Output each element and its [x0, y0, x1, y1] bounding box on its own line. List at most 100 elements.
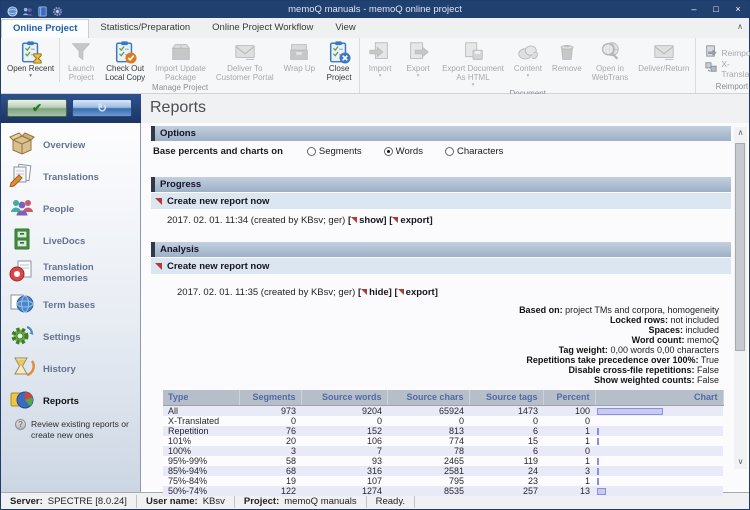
cell-source_chars: 795 [387, 476, 469, 486]
ribbon-button-close-project[interactable]: CloseProject [320, 38, 358, 82]
red-arrow-icon [155, 198, 162, 205]
dropdown-arrow-icon: ▾ [29, 74, 32, 79]
ribbon-button-content-label: Content [514, 64, 542, 73]
ribbon-button-import-update-package-label: Import Update [155, 64, 206, 73]
minimize-button[interactable]: – [683, 1, 705, 18]
base-percents-label: Base percents and charts on [153, 146, 283, 157]
cell-type: Repetition [163, 426, 239, 436]
analysis-entry-actions: [hide] [export] [358, 287, 438, 298]
people-icon[interactable] [22, 4, 33, 15]
table-row: 75%-84%19107795231 [163, 476, 723, 486]
column-header-source-words: Source words [301, 390, 387, 405]
ribbon-button-export-document-as-html-label: As HTML [456, 73, 489, 82]
sidebar-item-label: People [43, 204, 74, 215]
ribbon-button-wrap-up-label: Wrap Up [284, 64, 315, 73]
scroll-up-icon[interactable]: ∧ [734, 127, 747, 140]
ribbon-button-import-update-package[interactable]: Import UpdatePackage [150, 38, 211, 82]
ribbon-button-remove[interactable]: Remove [547, 38, 587, 88]
analysis-detail-line: Disable cross-file repetitions: False [151, 365, 719, 375]
close-button[interactable]: × [727, 1, 749, 18]
radio-characters[interactable]: Characters [445, 146, 503, 157]
ribbon-button-deliver-return[interactable]: Deliver/Return [633, 38, 694, 88]
dropdown-arrow-icon: ▾ [417, 74, 420, 79]
gear-icon[interactable] [52, 4, 63, 15]
cell-source_chars: 2581 [387, 466, 469, 476]
progress-create-report-link[interactable]: Create new report now [151, 193, 731, 209]
tab-statistics-preparation[interactable]: Statistics/Preparation [89, 19, 201, 38]
show-link[interactable]: [show] [348, 215, 387, 226]
progress-entry-actions: [show] [export] [348, 215, 433, 226]
clipboard-check-icon [113, 40, 137, 64]
app-icon[interactable] [7, 4, 18, 15]
cell-type: 95%-99% [163, 456, 239, 466]
sidebar-item-label: Translation memories [43, 262, 140, 284]
red-arrow-icon [361, 289, 367, 295]
cell-segments: 3 [239, 446, 301, 456]
doc-html-icon [461, 40, 485, 64]
maximize-button[interactable]: □ [705, 1, 727, 18]
cell-source_words: 93 [301, 456, 387, 466]
red-arrow-icon [155, 263, 162, 270]
book-icon[interactable] [37, 4, 48, 15]
cell-chart [595, 476, 723, 486]
cell-segments: 68 [239, 466, 301, 476]
sidebar-item-history[interactable]: History [1, 353, 140, 385]
ribbon-button-check-out-local-copy-label: Check Out [106, 64, 144, 73]
analysis-detail-line: Word count: memoQ [151, 335, 719, 345]
export-link[interactable]: [export] [394, 287, 437, 298]
collapse-ribbon-icon[interactable]: ∧ [737, 22, 743, 31]
documents-icon [8, 163, 36, 192]
tab-online-project-workflow[interactable]: Online Project Workflow [201, 19, 324, 38]
sidebar-item-translations[interactable]: Translations [1, 161, 140, 193]
sidebar-item-people[interactable]: People [1, 193, 140, 225]
page-title: Reports [141, 94, 749, 117]
cell-segments: 76 [239, 426, 301, 436]
sidebar-item-livedocs[interactable]: LiveDocs [1, 225, 140, 257]
ribbon-button-check-out-local-copy[interactable]: Check OutLocal Copy [100, 38, 150, 82]
ribbon-button-x-translate[interactable]: X-Translate [705, 62, 750, 76]
cell-type: X-Translated [163, 416, 239, 426]
cell-type: 85%-94% [163, 466, 239, 476]
hide-link[interactable]: [hide] [358, 287, 392, 298]
progress-report-entry: 2017. 02. 01. 11:34 (created by KBsv; ge… [151, 209, 731, 229]
tab-view[interactable]: View [324, 19, 366, 38]
vertical-scrollbar[interactable]: ∧ ∨ [734, 127, 747, 469]
radio-segments[interactable]: Segments [307, 146, 362, 157]
trash-icon [555, 40, 579, 64]
ribbon-button-open-in-webtrans[interactable]: Open inWebTrans [587, 38, 633, 88]
ribbon-button-wrap-up[interactable]: Wrap Up [279, 38, 320, 82]
cell-chart [595, 416, 723, 426]
sidebar-item-translation-memories[interactable]: Translation memories [1, 257, 140, 289]
sidebar-item-label: Overview [43, 140, 85, 151]
ribbon-button-export-document-as-html[interactable]: Export DocumentAs HTML▾ [437, 38, 509, 88]
percent-bar [597, 438, 599, 445]
sidebar-item-reports[interactable]: Reports [1, 385, 140, 417]
cell-percent: 0 [543, 446, 595, 456]
scroll-down-icon[interactable]: ∨ [734, 456, 747, 469]
ribbon-button-export[interactable]: Export▾ [399, 38, 437, 88]
ribbon-button-deliver-to-customer-portal[interactable]: Deliver ToCustomer Portal [211, 38, 279, 82]
confirm-button[interactable]: ✔ [7, 99, 67, 117]
analysis-create-report-link[interactable]: Create new report now [151, 258, 731, 274]
cell-source_tags: 257 [469, 486, 543, 496]
ribbon-button-import[interactable]: Import▾ [361, 38, 399, 88]
cell-segments: 19 [239, 476, 301, 486]
export-link[interactable]: [export] [389, 215, 432, 226]
sidebar-item-settings[interactable]: Settings [1, 321, 140, 353]
ribbon-button-launch-project[interactable]: LaunchProject [62, 38, 100, 82]
ribbon-button-reimport[interactable]: Reimport [705, 46, 750, 60]
percent-bar [597, 468, 599, 475]
globe-icon [8, 291, 36, 320]
cell-segments: 0 [239, 416, 301, 426]
tab-online-project[interactable]: Online Project [1, 19, 89, 38]
radio-words[interactable]: Words [384, 146, 423, 157]
ribbon-group-manage-project: Open Recent▾LaunchProjectCheck OutLocal … [1, 38, 360, 93]
percent-bar [597, 488, 606, 495]
sidebar-item-overview[interactable]: Overview [1, 129, 140, 161]
red-arrow-icon [398, 289, 404, 295]
sidebar-item-term-bases[interactable]: Term bases [1, 289, 140, 321]
refresh-button[interactable]: ↻ [72, 99, 132, 117]
ribbon-button-open-recent[interactable]: Open Recent▾ [2, 38, 60, 82]
ribbon-button-content[interactable]: Content▾ [509, 38, 547, 88]
scrollbar-thumb[interactable] [735, 143, 745, 351]
